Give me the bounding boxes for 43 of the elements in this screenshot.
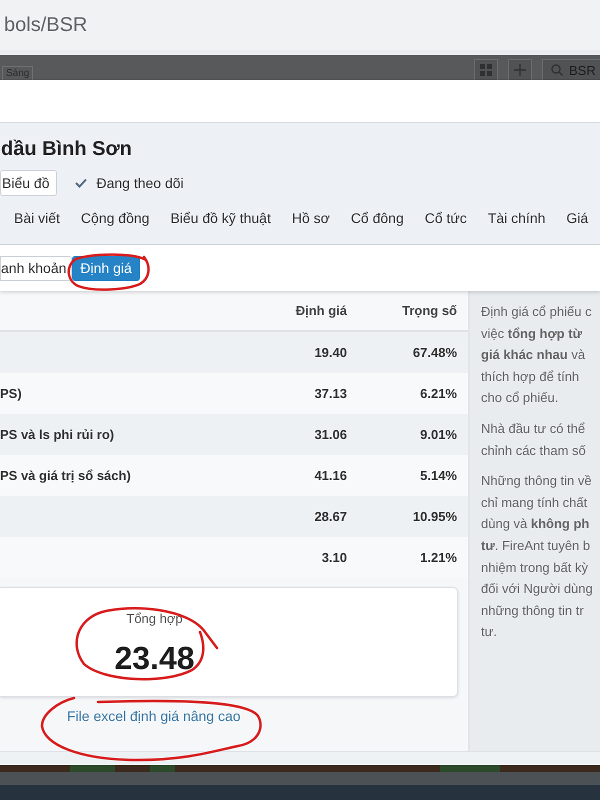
info-paragraph: Những thông tin về chỉ mang tính chất dùng và không ph tư. FireAnt tuyên b nhiệm trong bất kỳ đối với Người dùng những thông tin tr tư.	[481, 472, 594, 642]
sub-tab[interactable]: anh khoản	[0, 256, 72, 280]
info-paragraph: Định giá cổ phiếu c việc tổng hợp từ giá khác nhau và thích hợp để tính cho cổ phiếu.	[481, 303, 593, 408]
method-cell-text: PS và giá trị sổ sách)	[0, 468, 132, 483]
method-cell-text: PS)	[0, 386, 23, 401]
follow-label: Đang theo dõi	[96, 175, 184, 191]
plus-icon	[514, 64, 526, 76]
chart-button[interactable]: Biểu đồ	[0, 170, 58, 196]
weight-cell-text: 67.48%	[412, 345, 457, 360]
layout-button[interactable]	[474, 59, 498, 80]
nav-tab[interactable]: Cộng đồng	[80, 205, 150, 233]
method-cell-text: PS và ls phi rủi ro)	[0, 427, 116, 442]
address-bar[interactable]: bols/BSR	[0, 0, 600, 50]
add-button[interactable]	[508, 59, 532, 80]
value-cell-text: 19.40	[313, 345, 347, 360]
weight-cell-text: 1.21%	[419, 550, 457, 565]
sub-tab[interactable]: Định giá	[72, 256, 140, 280]
search-icon	[551, 64, 563, 76]
follow-button[interactable]: Đang theo dõi	[75, 170, 184, 196]
grid-icon	[480, 64, 492, 76]
column-header: Định giá	[294, 303, 347, 318]
nav-tab[interactable]: Cổ đông	[350, 205, 404, 233]
info-paragraph: Nhà đầu tư có thể chỉnh các tham số	[481, 420, 587, 460]
weight-cell-text: 9.01%	[419, 427, 457, 442]
nav-tab[interactable]: Tài chính	[488, 205, 546, 233]
summary-value: 23.48	[114, 639, 195, 677]
nav-tab[interactable]: Cổ tức	[424, 205, 467, 233]
weight-cell-text: 5.14%	[419, 468, 457, 483]
value-cell-text: 31.06	[313, 427, 347, 442]
nav-tab[interactable]: Giá	[566, 205, 588, 233]
column-header: Trọng số	[401, 303, 457, 318]
value-cell-text: 37.13	[313, 386, 347, 401]
weight-cell-text: 6.21%	[419, 386, 457, 401]
weight-cell-text: 10.95%	[412, 509, 457, 524]
summary-label: Tổng hợp	[126, 611, 183, 627]
company-title: dầu Bình Sơn	[0, 137, 133, 162]
nav-tab[interactable]: Bài viết	[14, 205, 60, 233]
value-cell-text: 41.16	[313, 468, 347, 483]
nav-tab[interactable]: Hồ sơ	[292, 205, 330, 233]
excel-file-link[interactable]: File excel định giá nâng cao	[67, 708, 241, 724]
value-cell-text: 28.67	[313, 509, 347, 524]
value-cell-text: 3.10	[320, 550, 347, 565]
nav-tab[interactable]: Biểu đồ kỹ thuật	[170, 205, 271, 233]
